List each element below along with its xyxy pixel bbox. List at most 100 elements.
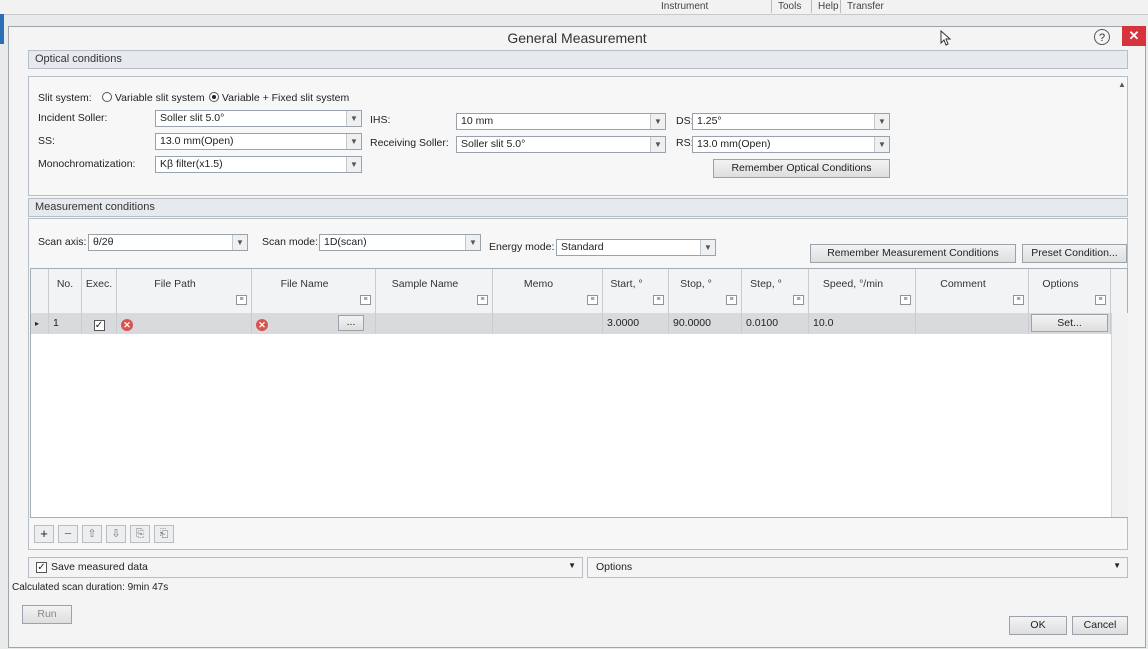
slit-option-variable[interactable]: Variable slit system	[102, 92, 205, 104]
cancel-button[interactable]: Cancel	[1072, 616, 1128, 635]
col-file-path[interactable]: File Path ≡	[117, 269, 252, 313]
chevron-down-icon[interactable]: ▼	[874, 137, 889, 152]
cell-stop[interactable]: 90.0000	[669, 313, 742, 334]
slit-option-variable-fixed-label: Variable + Fixed slit system	[221, 92, 350, 104]
ds-label: DS:	[676, 115, 694, 127]
ihs-label: IHS:	[370, 114, 391, 126]
remove-row-button[interactable]: −	[58, 525, 78, 543]
optical-conditions-header[interactable]: Optical conditions	[28, 50, 1128, 69]
radio-variable-fixed[interactable]	[209, 92, 219, 102]
exec-checkbox[interactable]: ✓	[93, 320, 105, 331]
chevron-down-icon[interactable]: ▼	[346, 111, 361, 126]
filter-icon[interactable]: ≡	[653, 295, 664, 305]
filter-icon[interactable]: ≡	[793, 295, 804, 305]
col-speed[interactable]: Speed, °/min ≡	[809, 269, 916, 313]
help-icon[interactable]: ?	[1094, 29, 1110, 45]
col-start[interactable]: Start, ° ≡	[603, 269, 669, 313]
row-marker: ▸	[31, 313, 49, 334]
copy-row-button[interactable]: ⎘	[130, 525, 150, 543]
close-icon[interactable]: ✕	[1122, 26, 1146, 46]
slit-option-variable-fixed[interactable]: Variable + Fixed slit system	[209, 92, 349, 104]
remember-measurement-button[interactable]: Remember Measurement Conditions	[810, 244, 1016, 263]
menu-transfer[interactable]: Transfer	[840, 0, 890, 13]
cell-exec[interactable]: ✓	[82, 313, 117, 334]
app-menu-strip: Instrument Tools Help Transfer	[0, 0, 1148, 15]
chevron-down-icon[interactable]: ▼	[874, 114, 889, 129]
chevron-down-icon[interactable]: ▼	[700, 240, 715, 255]
energy-mode-select[interactable]: Standard ▼	[556, 239, 716, 256]
paste-row-button[interactable]: ⎗	[154, 525, 174, 543]
energy-mode-label: Energy mode:	[489, 241, 555, 253]
measurement-conditions-header[interactable]: Measurement conditions	[28, 198, 1128, 217]
chevron-down-icon[interactable]: ▼	[465, 235, 480, 250]
energy-mode-value: Standard	[561, 241, 604, 253]
col-exec[interactable]: Exec.	[82, 269, 117, 313]
scroll-up-icon[interactable]: ▲	[1118, 80, 1126, 89]
col-stop[interactable]: Stop, ° ≡	[669, 269, 742, 313]
cell-sample-name[interactable]	[376, 313, 493, 334]
set-options-button[interactable]: Set...	[1031, 314, 1108, 332]
cell-start[interactable]: 3.0000	[603, 313, 669, 334]
move-down-button[interactable]: ⇩	[106, 525, 126, 543]
chevron-down-icon[interactable]: ▼	[346, 157, 361, 172]
filter-icon[interactable]: ≡	[236, 295, 247, 305]
filter-icon[interactable]: ≡	[360, 295, 371, 305]
window-title: General Measurement	[507, 30, 647, 46]
chevron-down-icon[interactable]: ▼	[1113, 561, 1121, 570]
cell-file-name[interactable]: ✕...	[252, 313, 376, 334]
col-file-name-label: File Name	[280, 278, 329, 290]
preset-condition-button[interactable]: Preset Condition...	[1022, 244, 1127, 263]
receiving-soller-select[interactable]: Soller slit 5.0° ▼	[456, 136, 666, 153]
ss-select[interactable]: 13.0 mm(Open) ▼	[155, 133, 362, 150]
chevron-down-icon[interactable]: ▼	[232, 235, 247, 250]
filter-icon[interactable]: ≡	[587, 295, 598, 305]
ss-value: 13.0 mm(Open)	[160, 135, 234, 147]
chevron-down-icon[interactable]: ▼	[650, 137, 665, 152]
cell-memo[interactable]	[493, 313, 603, 334]
col-comment[interactable]: Comment ≡	[916, 269, 1029, 313]
col-step[interactable]: Step, ° ≡	[742, 269, 809, 313]
filter-icon[interactable]: ≡	[1095, 295, 1106, 305]
rs-select[interactable]: 13.0 mm(Open) ▼	[692, 136, 890, 153]
filter-icon[interactable]: ≡	[477, 295, 488, 305]
col-sample-name[interactable]: Sample Name ≡	[376, 269, 493, 313]
cell-file-path[interactable]: ✕	[117, 313, 252, 334]
remember-optical-button[interactable]: Remember Optical Conditions	[713, 159, 890, 178]
cell-comment[interactable]	[916, 313, 1029, 334]
filter-icon[interactable]: ≡	[726, 295, 737, 305]
run-button[interactable]: Run	[22, 605, 72, 624]
cell-speed[interactable]: 10.0	[809, 313, 916, 334]
add-row-button[interactable]: +	[34, 525, 54, 543]
incident-soller-select[interactable]: Soller slit 5.0° ▼	[155, 110, 362, 127]
col-no[interactable]: No.	[49, 269, 82, 313]
ds-select[interactable]: 1.25° ▼	[692, 113, 890, 130]
menu-tools[interactable]: Tools	[771, 0, 807, 13]
col-memo[interactable]: Memo ≡	[493, 269, 603, 313]
table-scrollbar[interactable]	[1111, 313, 1128, 517]
ihs-select[interactable]: 10 mm ▼	[456, 113, 666, 130]
cell-step[interactable]: 0.0100	[742, 313, 809, 334]
chevron-down-icon[interactable]: ▼	[346, 134, 361, 149]
save-data-label: Save measured data	[51, 561, 148, 573]
move-up-button[interactable]: ⇧	[82, 525, 102, 543]
filter-icon[interactable]: ≡	[900, 295, 911, 305]
col-stop-label: Stop, °	[680, 278, 712, 290]
scan-axis-select[interactable]: θ/2θ ▼	[88, 234, 248, 251]
col-sample-name-label: Sample Name	[391, 278, 459, 290]
menu-instrument[interactable]: Instrument	[655, 0, 714, 13]
col-options[interactable]: Options ≡	[1029, 269, 1111, 313]
save-data-bar[interactable]: ✓ Save measured data ▼	[28, 557, 583, 578]
scan-mode-select[interactable]: 1D(scan) ▼	[319, 234, 481, 251]
filter-icon[interactable]: ≡	[1013, 295, 1024, 305]
options-bar[interactable]: Options ▼	[587, 557, 1128, 578]
chevron-down-icon[interactable]: ▼	[650, 114, 665, 129]
radio-variable[interactable]	[102, 92, 112, 102]
mono-select[interactable]: Kβ filter(x1.5) ▼	[155, 156, 362, 173]
save-data-checkbox[interactable]: ✓	[36, 562, 47, 573]
receiving-soller-label: Receiving Soller:	[370, 137, 449, 149]
chevron-down-icon[interactable]: ▼	[568, 561, 576, 570]
cell-no[interactable]: 1	[49, 313, 82, 334]
ok-button[interactable]: OK	[1009, 616, 1067, 635]
browse-button[interactable]: ...	[338, 315, 364, 331]
col-file-name[interactable]: File Name ≡	[252, 269, 376, 313]
